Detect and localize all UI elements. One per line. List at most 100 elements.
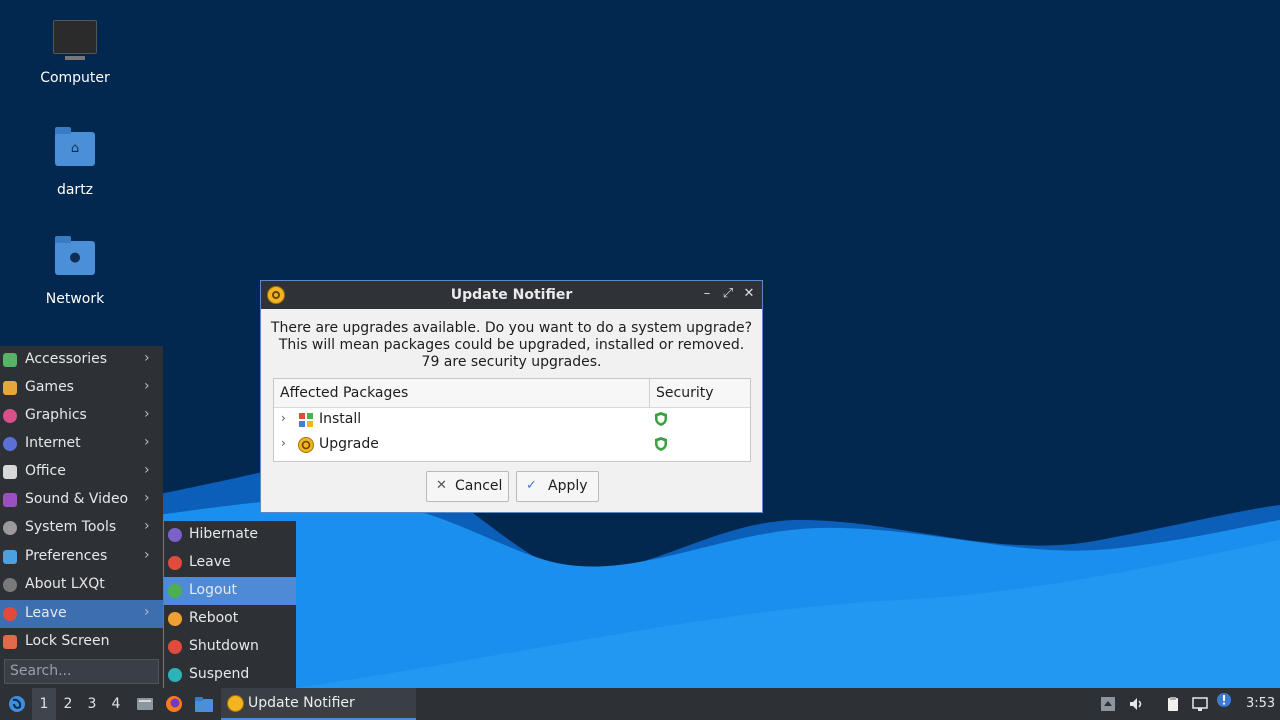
expand-arrow-icon[interactable]: ›: [281, 411, 286, 425]
menu-item-sound-video[interactable]: Sound & Video ›: [0, 486, 163, 514]
tree-row-upgrade[interactable]: › Upgrade: [274, 433, 750, 458]
checkmark-icon: ✓: [526, 478, 537, 493]
desktop-icon-label: Computer: [40, 70, 110, 86]
submenu-item-reboot[interactable]: Reboot: [164, 605, 296, 633]
tree-row-install[interactable]: › Install: [274, 408, 750, 433]
shield-icon: [655, 412, 667, 426]
home-folder-icon: ⌂: [53, 127, 97, 176]
menu-item-label: System Tools: [25, 519, 117, 535]
menu-item-label: Accessories: [25, 351, 108, 367]
cancel-button[interactable]: ✕ Cancel: [426, 471, 509, 502]
hibernate-icon: [168, 528, 182, 542]
submenu-item-label: Hibernate: [189, 526, 258, 542]
apply-button[interactable]: ✓ Apply: [516, 471, 599, 502]
apply-button-label: Apply: [548, 478, 588, 494]
show-desktop-icon: [137, 698, 153, 710]
menu-item-label: Internet: [25, 435, 81, 451]
menu-search-input[interactable]: Search...: [4, 659, 159, 684]
firefox-launcher[interactable]: [162, 688, 186, 720]
update-notifier-icon: [227, 695, 244, 712]
submenu-item-hibernate[interactable]: Hibernate: [164, 521, 296, 549]
network-status-icon[interactable]: [1192, 696, 1208, 712]
column-header-packages[interactable]: Affected Packages: [280, 385, 408, 401]
logout-icon: [168, 584, 182, 598]
network-folder-icon: ●: [53, 236, 97, 285]
computer-icon: [53, 20, 97, 64]
sound-video-icon: [3, 493, 17, 507]
submenu-item-suspend[interactable]: Suspend: [164, 661, 296, 689]
desktop-icon-label: Network: [45, 291, 105, 307]
tree-row-label: Upgrade: [319, 436, 379, 452]
file-manager-launcher[interactable]: [192, 688, 216, 720]
task-button-update-notifier[interactable]: Update Notifier: [221, 688, 416, 720]
menu-item-label: Leave: [25, 605, 67, 621]
application-menu: Accessories › Games › Graphics › Interne…: [0, 346, 163, 688]
submenu-item-label: Logout: [189, 582, 237, 598]
desktop-switch-4[interactable]: 4: [104, 688, 128, 720]
office-icon: [3, 465, 17, 479]
menu-item-system-tools[interactable]: System Tools ›: [0, 514, 163, 542]
upgrade-icon: [298, 437, 314, 453]
menu-item-internet[interactable]: Internet ›: [0, 430, 163, 458]
menu-item-games[interactable]: Games ›: [0, 374, 163, 402]
minimize-icon[interactable]: –: [698, 285, 716, 303]
menu-item-label: Lock Screen: [25, 633, 110, 649]
submenu-arrow-icon: ›: [144, 406, 150, 422]
close-icon[interactable]: ✕: [740, 285, 758, 303]
submenu-arrow-icon: ›: [144, 490, 150, 506]
menu-item-label: Games: [25, 379, 74, 395]
update-notifier-dialog: Update Notifier – ⤢ ✕ There are upgrades…: [260, 280, 763, 513]
menu-item-accessories[interactable]: Accessories ›: [0, 346, 163, 374]
menu-item-label: Sound & Video: [25, 491, 129, 507]
preferences-icon: [3, 550, 17, 564]
menu-item-graphics[interactable]: Graphics ›: [0, 402, 163, 430]
dialog-titlebar[interactable]: Update Notifier – ⤢ ✕: [261, 281, 762, 309]
desktop-switch-1[interactable]: 1: [32, 688, 56, 720]
submenu-item-shutdown[interactable]: Shutdown: [164, 633, 296, 661]
menu-item-leave[interactable]: Leave ›: [0, 600, 163, 628]
affected-packages-tree[interactable]: Affected Packages Security › Install › U…: [273, 378, 751, 462]
submenu-item-label: Suspend: [189, 666, 250, 682]
tree-header: Affected Packages Security: [274, 379, 750, 408]
dialog-message-line: 79 are security upgrades.: [421, 354, 602, 370]
show-desktop-button[interactable]: [133, 688, 157, 720]
tray-expand-icon[interactable]: [1100, 696, 1116, 712]
column-header-security[interactable]: Security: [656, 385, 714, 401]
submenu-item-leave[interactable]: Leave: [164, 549, 296, 577]
menu-item-office[interactable]: Office ›: [0, 458, 163, 486]
clock[interactable]: 3:53: [1246, 696, 1275, 711]
install-icon: [299, 413, 313, 427]
menu-item-preferences[interactable]: Preferences ›: [0, 543, 163, 571]
submenu-item-logout[interactable]: Logout: [164, 577, 296, 605]
submenu-item-label: Leave: [189, 554, 231, 570]
desktop-icon-home[interactable]: ⌂ dartz: [20, 127, 130, 198]
desktop-switch-3[interactable]: 3: [80, 688, 104, 720]
menu-item-about-lxqt[interactable]: About LXQt: [0, 571, 163, 599]
start-menu-button[interactable]: [4, 688, 28, 720]
dialog-message-line: There are upgrades available. Do you wan…: [270, 320, 753, 336]
submenu-arrow-icon: ›: [144, 378, 150, 394]
menu-item-label: Preferences: [25, 548, 108, 564]
update-alert-icon[interactable]: [1216, 692, 1232, 708]
menu-item-label: About LXQt: [25, 576, 105, 592]
submenu-arrow-icon: ›: [144, 547, 150, 563]
submenu-item-label: Reboot: [189, 610, 239, 626]
maximize-icon[interactable]: ⤢: [719, 285, 737, 303]
cancel-icon: ✕: [436, 478, 447, 493]
menu-item-label: Graphics: [25, 407, 87, 423]
volume-icon[interactable]: [1128, 696, 1144, 712]
dialog-message-line: This will mean packages could be upgrade…: [278, 337, 745, 353]
clipboard-icon[interactable]: [1165, 696, 1181, 712]
menu-item-lock-screen[interactable]: Lock Screen: [0, 628, 163, 656]
desktop-switch-2[interactable]: 2: [56, 688, 80, 720]
desktop-icon-network[interactable]: ● Network: [20, 236, 130, 307]
submenu-arrow-icon: ›: [144, 604, 150, 620]
firefox-icon: [166, 696, 182, 712]
expand-arrow-icon[interactable]: ›: [281, 436, 286, 450]
taskbar: 1 2 3 4 Update Notifier 3:53: [0, 688, 1280, 720]
menu-item-label: Office: [25, 463, 66, 479]
dialog-title: Update Notifier: [450, 287, 573, 303]
desktop-icon-computer[interactable]: Computer: [20, 20, 130, 86]
lock-icon: [3, 635, 17, 649]
power-icon: [3, 607, 17, 621]
